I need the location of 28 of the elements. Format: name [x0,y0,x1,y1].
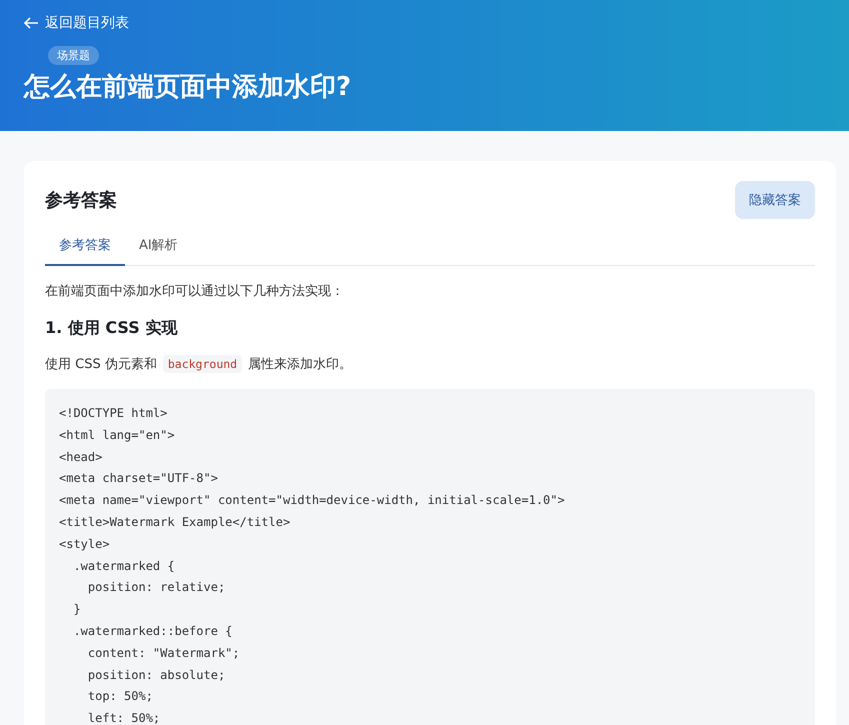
code-line: <html lang="en"> [59,426,176,444]
code-line: <meta name="viewport" content="width=device-width, initial-scale=1.0"> [59,492,566,510]
hide-answer-button[interactable]: 隐藏答案 [735,181,815,219]
category-tag: 场景题 [48,46,99,65]
body-text: 属性来添加水印。 [248,356,352,373]
back-link[interactable]: 返回题目列表 [24,14,129,32]
code-line: <style> [59,536,111,553]
code-line: position: absolute; [86,666,226,684]
inline-code: background [162,355,242,373]
code-line: left: 50%; [86,710,162,725]
code-line: <head> [59,448,104,466]
tab[interactable]: AI解析 [125,228,192,266]
code-line: } [72,601,82,618]
code-line: position: relative; [86,579,226,596]
section-heading: 1. 使用 CSS 实现 [45,318,178,339]
code-line: top: 50%; [86,688,154,706]
question-title: 怎么在前端页面中添加水印? [24,71,352,104]
card-heading: 参考答案 [45,189,117,212]
code-line: .watermarked { [72,558,176,575]
body-text: 使用 CSS 伪元素和 [45,356,157,373]
code-line: .watermarked::before { [72,622,234,640]
left-arrow-icon [24,17,39,29]
intro-text: 在前端页面中添加水印可以通过以下几种方法实现： [45,283,345,300]
code-line: <meta charset="UTF-8"> [59,470,219,488]
code-line: <title>Watermark Example</title> [59,514,292,531]
code-line: <!DOCTYPE html> [59,405,168,422]
code-line: content: "Watermark"; [86,644,241,662]
tab[interactable]: 参考答案 [45,228,125,266]
